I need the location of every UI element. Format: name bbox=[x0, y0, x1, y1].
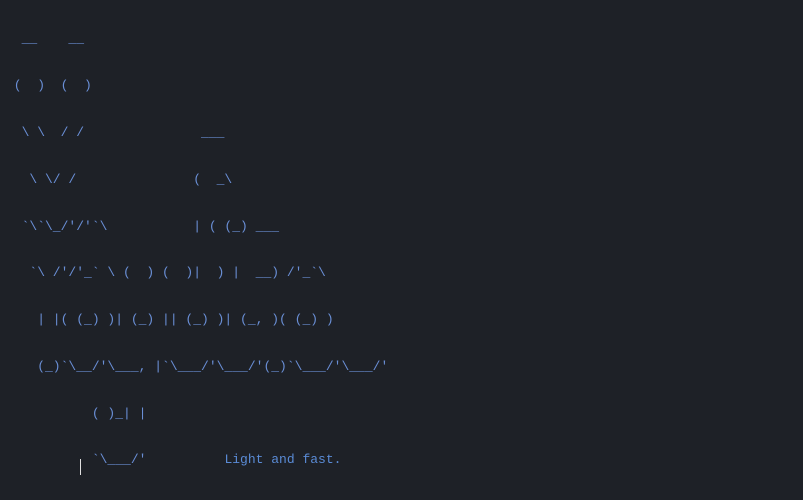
ascii-art-line: `\`\_/'/'`\ | ( (_) ___ bbox=[6, 215, 797, 238]
ascii-art-line: `\ /'/'_` \ ( ) ( )| ) | __) /'_`\ bbox=[6, 261, 797, 284]
ascii-art-line: \ \ / / ___ bbox=[6, 121, 797, 144]
tagline: Light and fast. bbox=[224, 452, 341, 467]
ascii-art-line: \ \/ / ( _\ bbox=[6, 168, 797, 191]
terminal-output: __ __ ( ) ( ) \ \ / / ___ \ \/ / ( _\ `\… bbox=[0, 0, 803, 500]
ascii-art-line: `\___/' bbox=[6, 452, 224, 467]
ascii-art-line: | |( (_) )| (_) || (_) )| (_, )( (_) ) bbox=[6, 308, 797, 331]
ascii-art-line: __ __ bbox=[6, 27, 797, 50]
ascii-art-line: (_)`\__/'\___, |`\___/'\___/'(_)`\___/'\… bbox=[6, 355, 797, 378]
text-cursor bbox=[80, 459, 81, 475]
banner-line: :: YoyoGo :: (v1.5.0.pre-release) bbox=[6, 495, 797, 500]
ascii-art-line: ( )_| | bbox=[6, 402, 797, 425]
ascii-art-line: ( ) ( ) bbox=[6, 74, 797, 97]
ascii-tagline-line: `\___/' Light and fast. bbox=[6, 448, 797, 471]
